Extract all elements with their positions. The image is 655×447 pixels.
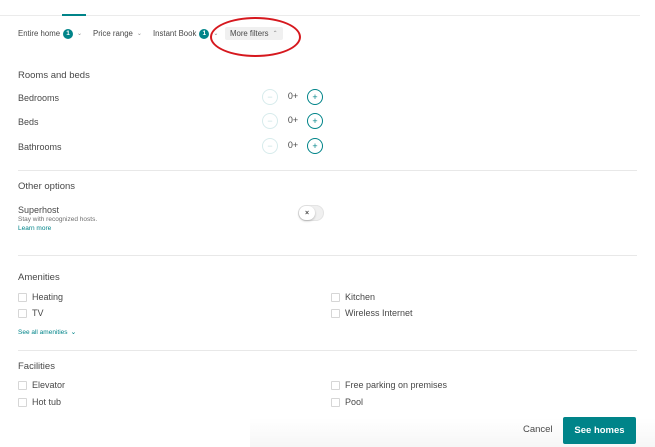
other-options-title: Other options [18,181,76,192]
close-icon: × [299,206,315,220]
price-range-filter[interactable]: Price range ⌄ [93,27,142,40]
facilities-title: Facilities [18,361,55,372]
section-divider [18,170,637,171]
price-range-label: Price range [93,29,133,38]
facility-label: Free parking on premises [345,380,448,390]
checkbox-icon[interactable] [331,292,340,302]
minus-icon[interactable]: − [262,138,278,154]
superhost-label: Superhost [18,205,60,215]
see-all-amenities-label: See all amenities [18,328,68,336]
checkbox-icon[interactable] [331,380,340,390]
plus-icon[interactable]: + [307,138,323,154]
checkbox-icon[interactable] [18,308,27,318]
facility-label: Hot tub [32,397,62,407]
facility-pool-checkbox[interactable]: Pool [331,396,363,408]
amenity-label: Kitchen [345,292,376,302]
active-tab-indicator [62,14,86,16]
amenity-label: TV [32,308,44,318]
amenities-title: Amenities [18,272,60,283]
chevron-down-icon: ⌄ [70,329,77,336]
beds-stepper: − 0+ + [262,113,324,129]
annotation-circle [210,17,301,57]
minus-icon[interactable]: − [262,89,278,105]
checkbox-icon[interactable] [331,308,340,318]
entire-home-filter[interactable]: Entire home 1 ⌄ [18,27,82,40]
see-all-amenities-link[interactable]: See all amenities ⌄ [18,328,77,337]
amenity-tv-checkbox[interactable]: TV [18,307,44,319]
instant-book-filter[interactable]: Instant Book 1 ⌄ [153,27,218,40]
amenity-heating-checkbox[interactable]: Heating [18,291,63,303]
plus-icon[interactable]: + [307,113,323,129]
amenity-kitchen-checkbox[interactable]: Kitchen [331,291,375,303]
facility-elevator-checkbox[interactable]: Elevator [18,379,65,391]
chevron-down-icon: ⌄ [136,31,142,37]
checkbox-icon[interactable] [18,380,27,390]
section-divider [18,255,637,256]
entire-home-count-badge: 1 [63,28,74,39]
chevron-down-icon: ⌄ [77,31,83,37]
amenity-label: Heating [32,292,64,302]
amenity-wireless-internet-checkbox[interactable]: Wireless Internet [331,307,413,319]
checkbox-icon[interactable] [18,397,27,407]
filter-bar: Entire home 1 ⌄ Price range ⌄ Instant Bo… [0,0,655,58]
checkbox-icon[interactable] [18,292,27,302]
bedrooms-stepper: − 0+ + [262,89,324,105]
bathrooms-value: 0+ [287,140,299,150]
bathrooms-stepper: − 0+ + [262,138,324,154]
bedrooms-label: Bedrooms [18,93,60,103]
plus-icon[interactable]: + [307,89,323,105]
instant-book-label: Instant Book [153,29,197,38]
facility-label: Pool [345,397,364,407]
facility-free-parking-checkbox[interactable]: Free parking on premises [331,379,447,391]
facility-hot-tub-checkbox[interactable]: Hot tub [18,396,61,408]
superhost-description: Stay with recognized hosts. [18,216,98,223]
superhost-toggle[interactable]: × [298,205,324,221]
amenity-label: Wireless Internet [345,308,413,318]
entire-home-label: Entire home [18,29,61,38]
cancel-button[interactable]: Cancel [523,424,553,435]
see-homes-button[interactable]: See homes [563,417,636,444]
top-divider [0,15,640,16]
facility-label: Elevator [32,380,66,390]
checkbox-icon[interactable] [331,397,340,407]
beds-label: Beds [18,117,39,127]
bedrooms-value: 0+ [287,91,299,101]
learn-more-link[interactable]: Learn more [18,225,51,232]
minus-icon[interactable]: − [262,113,278,129]
instant-book-count-badge: 1 [199,28,210,39]
rooms-and-beds-title: Rooms and beds [18,70,90,81]
bathrooms-label: Bathrooms [18,142,62,152]
beds-value: 0+ [287,115,299,125]
section-divider [18,350,637,351]
